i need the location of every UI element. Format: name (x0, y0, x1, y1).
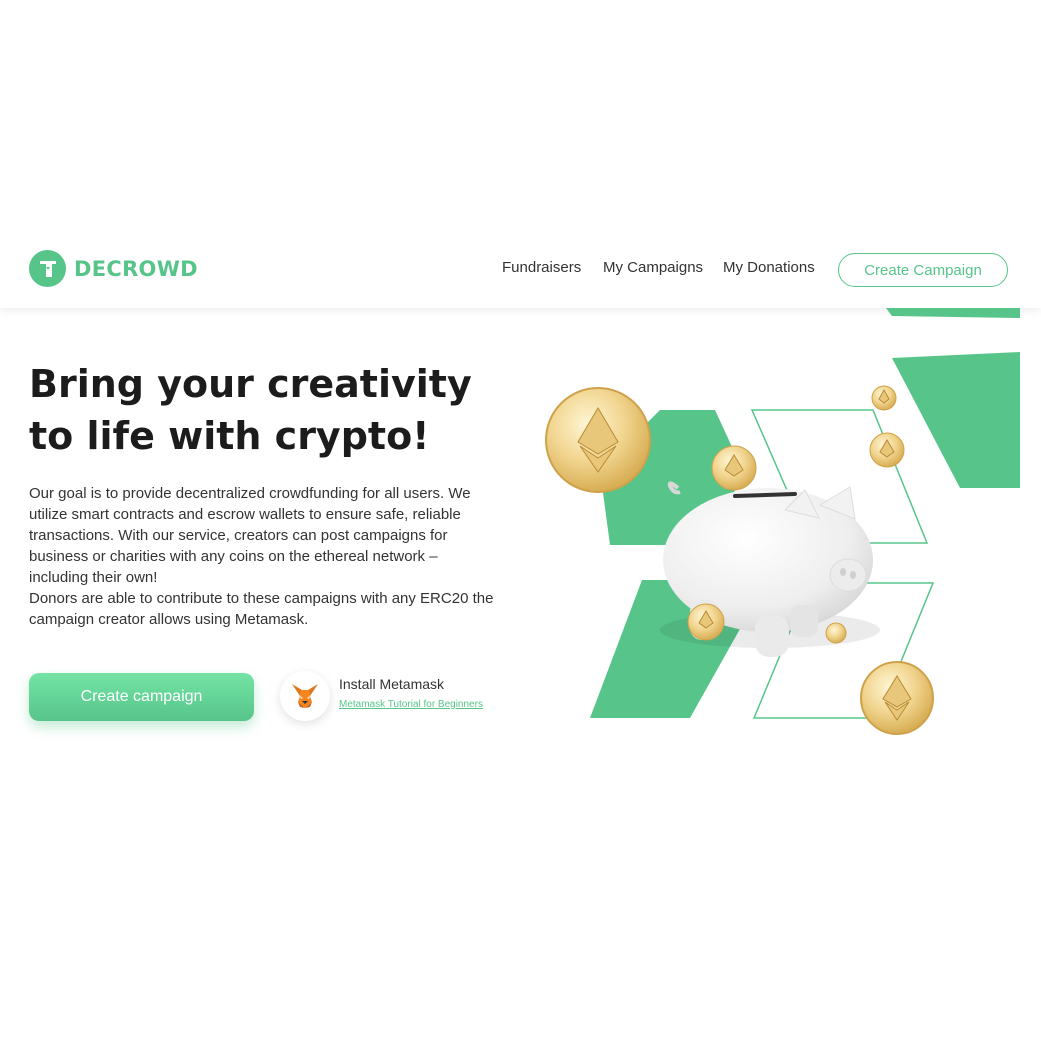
create-campaign-nav-button[interactable]: Create Campaign (838, 253, 1008, 287)
hero-description-paragraph-1: Our goal is to provide decentralized cro… (29, 485, 471, 586)
metamask-fox-icon[interactable] (280, 671, 330, 721)
piggy-bank-illustration (545, 308, 1020, 735)
logo-icon (29, 250, 66, 287)
brand-name: DECROWD (74, 256, 198, 281)
ethereum-coin-large (860, 661, 934, 735)
ethereum-coin-large (545, 387, 651, 493)
metamask-tutorial-link[interactable]: Metamask Tutorial for Beginners (339, 699, 483, 710)
ethereum-coin-small (869, 432, 905, 468)
ethereum-coin-small (825, 622, 847, 644)
hero-description: Our goal is to provide decentralized cro… (29, 483, 499, 630)
ethereum-coin-medium (711, 445, 757, 491)
ethereum-coin-small (871, 385, 897, 411)
hero-description-paragraph-2: Donors are able to contribute to these c… (29, 590, 494, 628)
hero-title: Bring your creativity to life with crypt… (29, 362, 472, 458)
navbar: DECROWD Fundraisers My Campaigns My Dona… (0, 230, 1041, 308)
nav-link-my-campaigns[interactable]: My Campaigns (603, 259, 703, 276)
create-campaign-button[interactable]: Create campaign (29, 673, 254, 721)
nav-link-my-donations[interactable]: My Donations (723, 259, 815, 276)
brand-logo[interactable]: DECROWD (29, 250, 198, 287)
ethereum-coin-medium (687, 603, 725, 641)
hero-illustration (540, 300, 1020, 740)
install-metamask-label: Install Metamask (339, 676, 445, 692)
nav-link-fundraisers[interactable]: Fundraisers (502, 259, 581, 276)
